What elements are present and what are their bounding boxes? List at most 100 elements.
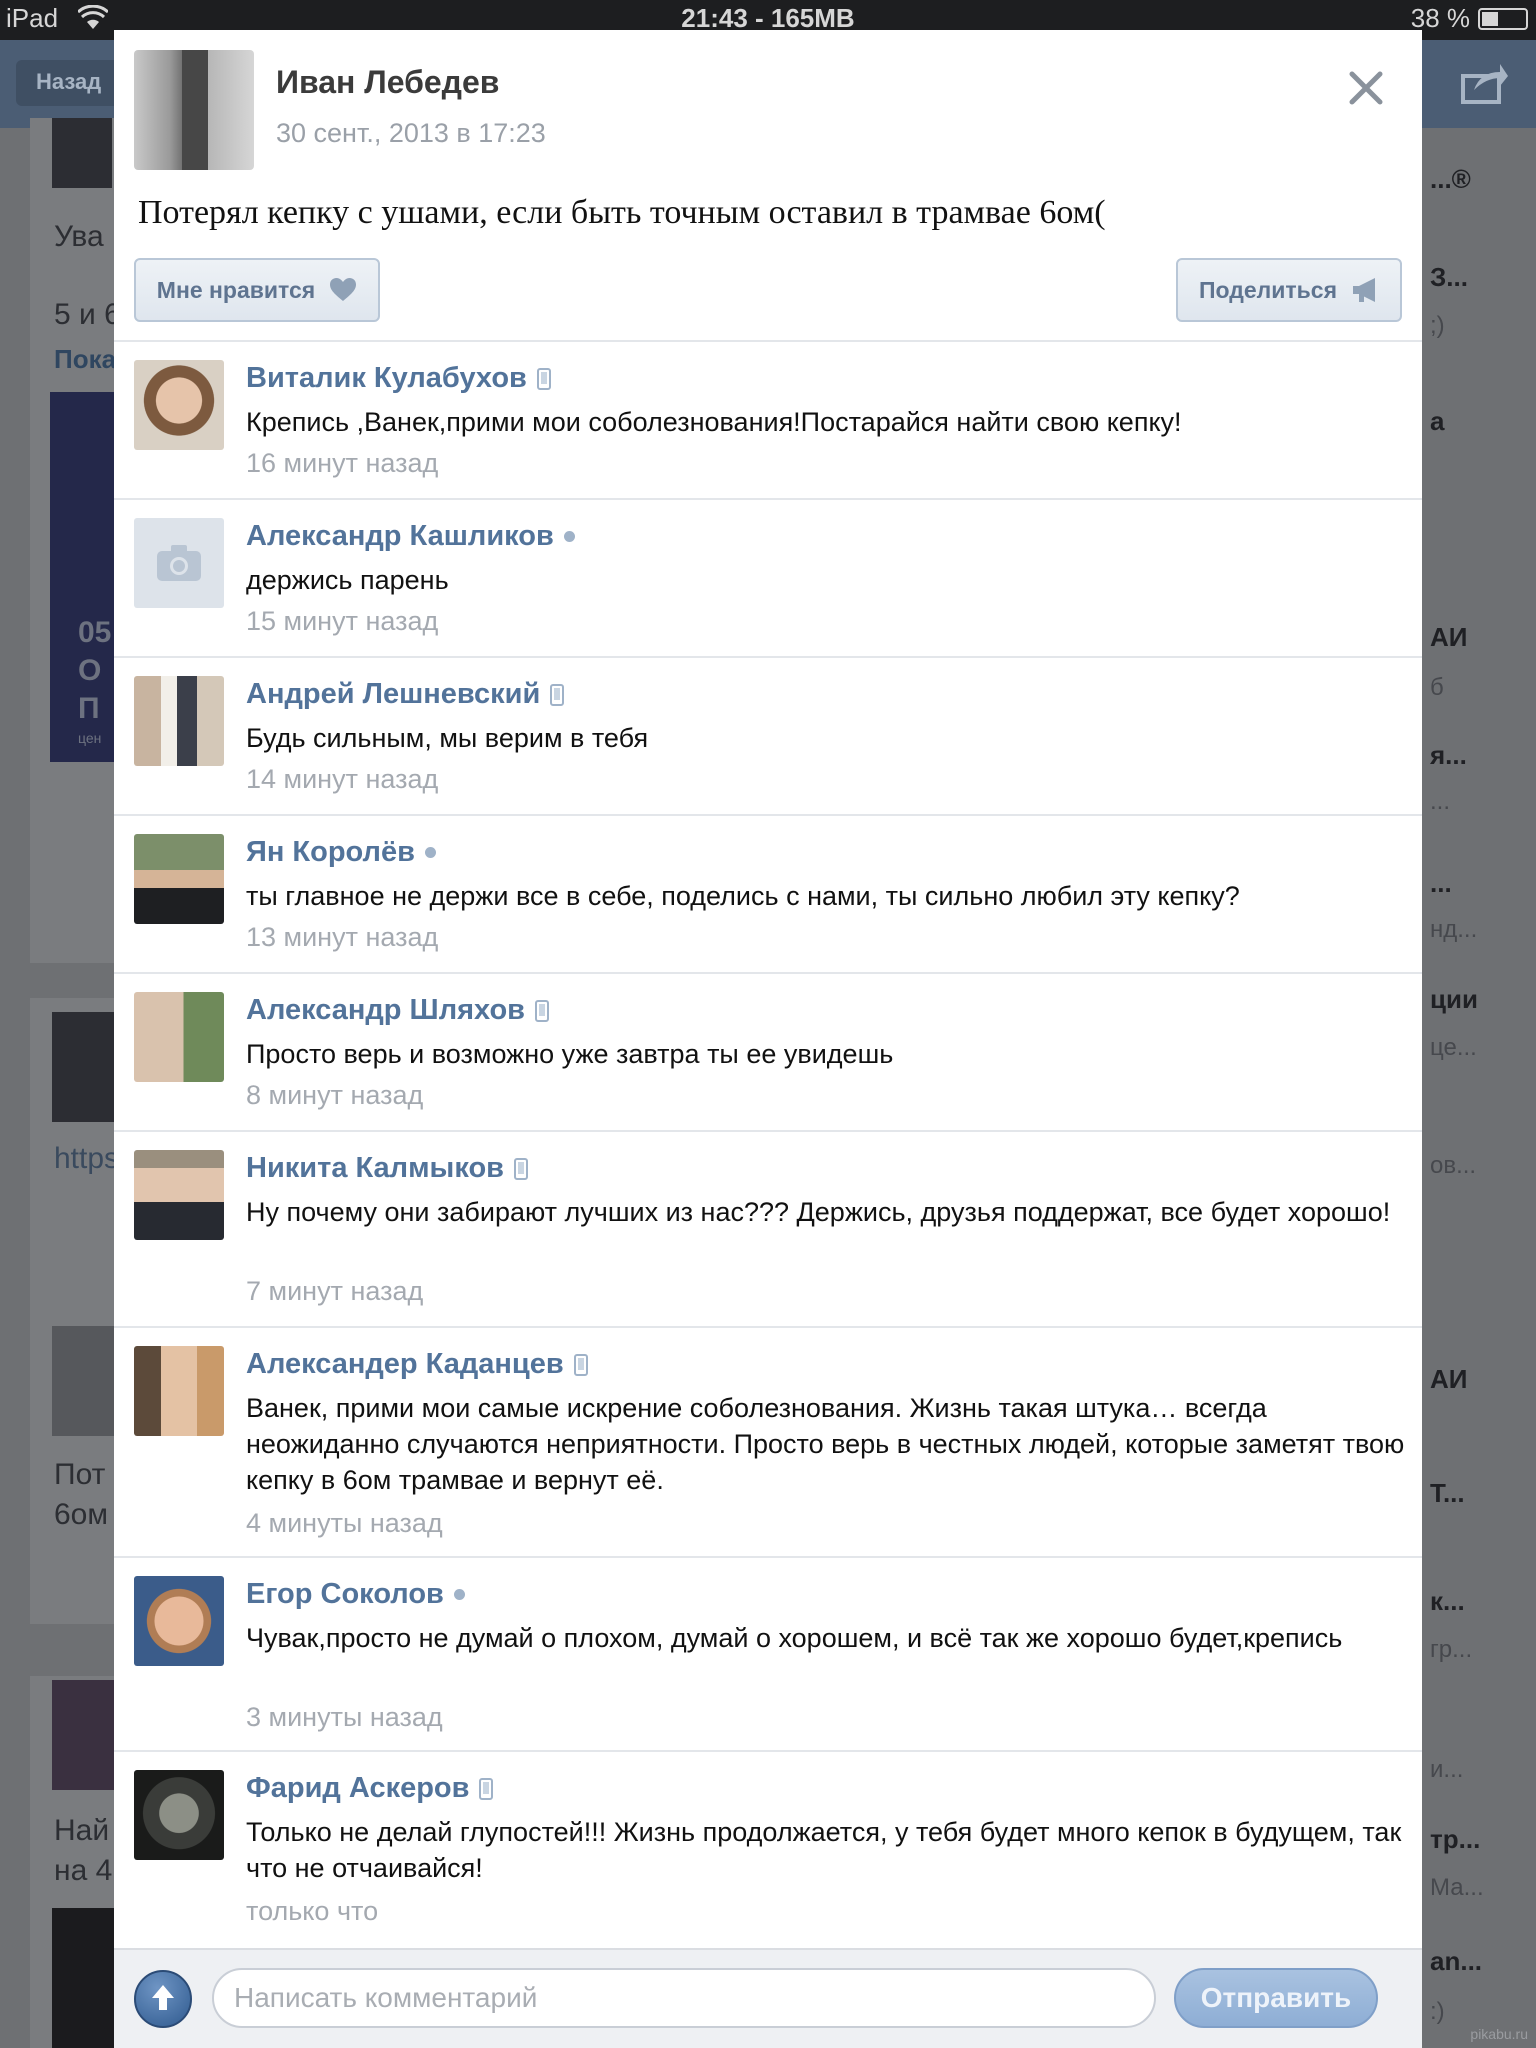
like-button[interactable]: Мне нравится bbox=[134, 258, 380, 322]
comment-text: Просто верь и возможно уже завтра ты ее … bbox=[246, 1039, 894, 1069]
commenter-name[interactable]: Александр Шляхов bbox=[246, 994, 549, 1027]
mobile-icon bbox=[573, 1353, 588, 1376]
commenter-name[interactable]: Ян Королёв bbox=[246, 836, 436, 869]
commenter-name-text[interactable]: Никита Калмыков bbox=[246, 1152, 504, 1185]
commenter-avatar[interactable] bbox=[134, 834, 224, 924]
bg-link: Пока bbox=[54, 344, 117, 374]
author-avatar[interactable] bbox=[134, 50, 254, 170]
commenter-name[interactable]: Никита Калмыков bbox=[246, 1152, 528, 1185]
upload-arrow-icon bbox=[152, 1985, 174, 2010]
commenter-avatar[interactable] bbox=[134, 360, 224, 450]
commenter-avatar[interactable] bbox=[134, 676, 224, 766]
comment-item: Никита Калмыков Ну почему они забирают л… bbox=[114, 1132, 1422, 1328]
commenter-name-text[interactable]: Фарид Аскеров bbox=[246, 1772, 469, 1805]
camera-icon bbox=[157, 545, 201, 581]
bg-text: на 4 bbox=[54, 1854, 113, 1887]
attach-button[interactable] bbox=[134, 1970, 192, 2028]
heart-icon bbox=[330, 278, 357, 301]
bg-text: Пот bbox=[54, 1458, 106, 1491]
bg-text: а bbox=[1430, 406, 1445, 436]
battery-icon bbox=[1478, 7, 1528, 30]
send-button[interactable]: Отправить bbox=[1174, 1968, 1378, 2028]
commenter-avatar[interactable] bbox=[134, 1150, 224, 1240]
bg-text: :) bbox=[1430, 1998, 1445, 2025]
author-name[interactable]: Иван Лебедев bbox=[276, 64, 499, 101]
bg-text: ... bbox=[1430, 868, 1452, 898]
bg-text: З... bbox=[1430, 262, 1468, 292]
post-date: 30 сент., 2013 в 17:23 bbox=[276, 118, 546, 148]
comment-text: держись парень bbox=[246, 565, 449, 595]
commenter-name[interactable]: Андрей Лешневский bbox=[246, 678, 565, 711]
bg-thumb bbox=[52, 1908, 114, 2048]
bg-text: и... bbox=[1430, 1756, 1464, 1783]
comment-time: 3 минуты назад bbox=[246, 1702, 443, 1732]
comment-time: 7 минут назад bbox=[246, 1276, 424, 1306]
post-modal: Иван Лебедев 30 сент., 2013 в 17:23 Поте… bbox=[114, 30, 1422, 2048]
bg-text: Т... bbox=[1430, 1478, 1465, 1508]
comment-text: Ну почему они забирают лучших из нас??? … bbox=[246, 1197, 1391, 1227]
comment-text: Будь сильным, мы верим в тебя bbox=[246, 723, 649, 753]
commenter-avatar[interactable] bbox=[134, 1346, 224, 1436]
bg-text: Най bbox=[54, 1814, 110, 1847]
comment-item: Виталик Кулабухов Крепись ,Ванек,прими м… bbox=[114, 342, 1422, 500]
comment-item: Александр Шляхов Просто верь и возможно … bbox=[114, 974, 1422, 1132]
comment-time: 8 минут назад bbox=[246, 1080, 424, 1110]
bg-thumb bbox=[52, 1680, 114, 1790]
comment-composer: Отправить bbox=[114, 1948, 1422, 2048]
bg-text: АИ bbox=[1430, 622, 1468, 652]
commenter-name[interactable]: Фарид Аскеров bbox=[246, 1772, 494, 1805]
online-dot bbox=[424, 847, 436, 858]
bg-text: гр... bbox=[1430, 1636, 1473, 1663]
bg-text: АИ bbox=[1430, 1364, 1468, 1394]
bg-thumb bbox=[52, 1012, 114, 1122]
commenter-name-text[interactable]: Виталик Кулабухов bbox=[246, 362, 527, 395]
share-label: Поделиться bbox=[1198, 276, 1338, 303]
mobile-icon bbox=[514, 1157, 528, 1180]
comment-time: только что bbox=[246, 1896, 379, 1926]
comment-text: Чувак,просто не думай о плохом, думай о … bbox=[246, 1623, 1343, 1653]
comment-item: Александер Каданцев Ванек, прими мои сам… bbox=[114, 1328, 1422, 1558]
bg-text: 6ом bbox=[54, 1498, 108, 1531]
bg-text: О bbox=[78, 654, 102, 687]
commenter-name-text[interactable]: Егор Соколов bbox=[246, 1578, 444, 1611]
commenter-name[interactable]: Александр Кашликов bbox=[246, 520, 575, 553]
megaphone-icon bbox=[1353, 278, 1376, 302]
bg-text: к... bbox=[1430, 1586, 1465, 1616]
commenter-name-text[interactable]: Александер Каданцев bbox=[246, 1348, 564, 1381]
commenter-name-text[interactable]: Александр Кашликов bbox=[246, 520, 554, 553]
commenter-name-text[interactable]: Андрей Лешневский bbox=[246, 678, 540, 711]
bg-text: цен bbox=[78, 730, 102, 746]
comment-input[interactable] bbox=[212, 1968, 1156, 2028]
bg-text: ции bbox=[1430, 984, 1478, 1014]
commenter-name[interactable]: Егор Соколов bbox=[246, 1578, 465, 1611]
commenter-avatar[interactable] bbox=[134, 1576, 224, 1666]
bg-thumb bbox=[52, 118, 112, 188]
commenter-avatar[interactable] bbox=[134, 518, 224, 608]
comment-item: Егор Соколов Чувак,просто не думай о пло… bbox=[114, 1558, 1422, 1752]
commenter-name-text[interactable]: Александр Шляхов bbox=[246, 994, 525, 1027]
bg-text: 5 и 6 bbox=[54, 298, 121, 331]
commenter-name-text[interactable]: Ян Королёв bbox=[246, 836, 415, 869]
comment-text: Ванек, прими мои самые искрение соболезн… bbox=[246, 1393, 1405, 1495]
commenter-name[interactable]: Александер Каданцев bbox=[246, 1348, 588, 1381]
bg-text: Ма... bbox=[1430, 1874, 1484, 1901]
share-icon[interactable] bbox=[1460, 62, 1510, 106]
bg-text: б bbox=[1430, 674, 1444, 701]
commenter-avatar[interactable] bbox=[134, 1770, 224, 1860]
bg-text: ов... bbox=[1430, 1152, 1477, 1179]
comment-time: 16 минут назад bbox=[246, 448, 439, 478]
back-button[interactable]: Назад bbox=[16, 60, 128, 106]
commenter-name[interactable]: Виталик Кулабухов bbox=[246, 362, 551, 395]
bg-text: an... bbox=[1430, 1946, 1483, 1976]
battery-indicator: 38 % bbox=[1411, 3, 1528, 34]
share-button[interactable]: Поделиться bbox=[1176, 258, 1402, 322]
comment-item: Александр Кашликов держись парень 15 мин… bbox=[114, 500, 1422, 658]
bg-text: нд... bbox=[1430, 916, 1478, 943]
comment-item: Андрей Лешневский Будь сильным, мы верим… bbox=[114, 658, 1422, 816]
bg-text: я... bbox=[1430, 740, 1467, 770]
comment-time: 4 минуты назад bbox=[246, 1508, 443, 1538]
close-icon[interactable] bbox=[1340, 62, 1392, 114]
online-dot bbox=[563, 531, 575, 542]
bg-text: тр... bbox=[1430, 1824, 1481, 1854]
commenter-avatar[interactable] bbox=[134, 992, 224, 1082]
